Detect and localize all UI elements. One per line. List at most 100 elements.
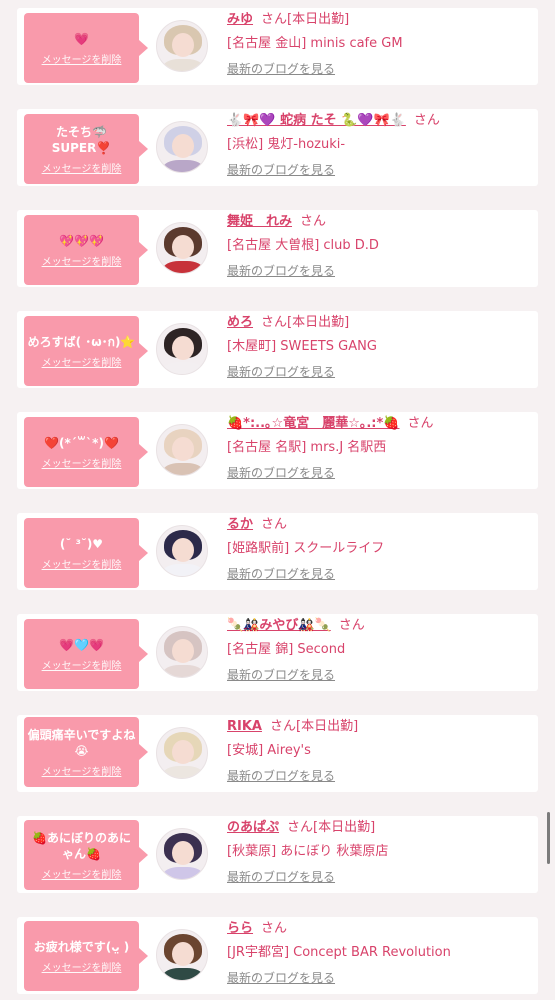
- honorific: さん: [413, 113, 440, 128]
- avatar-body: [163, 463, 203, 475]
- cast-info: みゆ さん[本日出勤] [名古屋 金山] minis cafe GM 最新のブログを見…: [227, 11, 534, 77]
- name-line: RIKA さん[本日出勤]: [227, 718, 534, 736]
- message-bubble: 🍓あにぼりのあにゃん🍓 メッセージを削除: [24, 820, 148, 890]
- delete-message-link[interactable]: メッセージを削除: [42, 51, 122, 66]
- shop-name: [姫路駅前] スクールライフ: [227, 541, 385, 556]
- latest-blog-link[interactable]: 最新のブログを見る: [227, 465, 335, 481]
- latest-blog-link[interactable]: 最新のブログを見る: [227, 970, 335, 986]
- shift-status: [本日出勤]: [296, 719, 359, 734]
- cast-name-link[interactable]: めろ: [227, 315, 253, 330]
- shop-name: [名古屋 金山] minis cafe GM: [227, 36, 403, 51]
- latest-blog-link[interactable]: 最新のブログを見る: [227, 768, 335, 784]
- message-text: お疲れ様です(ᴗ̤ ): [33, 939, 130, 954]
- avatar-body: [163, 362, 203, 374]
- message-text: 💖💖💖: [59, 233, 104, 248]
- avatar[interactable]: [156, 727, 208, 779]
- cast-name-link[interactable]: らら: [227, 921, 253, 936]
- avatar-face: [172, 437, 194, 461]
- cast-name-link[interactable]: 🐇🎀💜 蛇病 たそ 🐍💜🎀🐇: [227, 113, 406, 128]
- cast-info: るか さん [姫路駅前] スクールライフ 最新のブログを見る: [227, 516, 534, 582]
- message-card: 💗🩵💗 メッセージを削除 🍡🎎みやび🎎🍡 さん [名古屋 錦] Second 最新のブログ…: [17, 614, 538, 691]
- latest-blog-link[interactable]: 最新のブログを見る: [227, 566, 335, 582]
- avatar[interactable]: [156, 424, 208, 476]
- shop-name: [木屋町] SWEETS GANG: [227, 339, 377, 354]
- honorific: さん: [261, 315, 288, 330]
- avatar-body: [163, 59, 203, 71]
- honorific: さん: [261, 12, 288, 27]
- message-bubble: 💖💖💖 メッセージを削除: [24, 215, 148, 285]
- delete-message-link[interactable]: メッセージを削除: [42, 253, 122, 268]
- cast-name-link[interactable]: 🍡🎎みやび🎎🍡: [227, 618, 331, 633]
- avatar[interactable]: [156, 525, 208, 577]
- shift-status: [本日出勤]: [287, 315, 350, 330]
- avatar-face: [172, 33, 194, 57]
- name-line: らら さん: [227, 920, 534, 938]
- cast-name-link[interactable]: みゆ: [227, 12, 253, 27]
- name-line: るか さん: [227, 516, 534, 534]
- avatar-body: [163, 160, 203, 172]
- delete-message-link[interactable]: メッセージを削除: [42, 160, 122, 175]
- avatar[interactable]: [156, 626, 208, 678]
- avatar[interactable]: [156, 121, 208, 173]
- shop-name: [秋葉原] あにぼり 秋葉原店: [227, 844, 389, 859]
- scrollbar[interactable]: [547, 812, 550, 864]
- avatar-face: [172, 740, 194, 764]
- cast-info: RIKA さん[本日出勤] [安城] Airey's 最新のブログを見る: [227, 718, 534, 784]
- latest-blog-link[interactable]: 最新のブログを見る: [227, 162, 335, 178]
- shift-status: [本日出勤]: [287, 12, 350, 27]
- message-text: たそち🦈 SUPER❣️: [51, 124, 112, 155]
- cast-name-link[interactable]: るか: [227, 517, 253, 532]
- message-card: (˘ ³˘)♥ メッセージを削除 るか さん [姫路駅前] スクールライフ 最新のブログを…: [17, 513, 538, 590]
- delete-message-link[interactable]: メッセージを削除: [42, 657, 122, 672]
- avatar[interactable]: [156, 929, 208, 981]
- message-bubble: ❤️(*´꒳`*)❤️ メッセージを削除: [24, 417, 148, 487]
- cast-info: 🍓*:..｡☆竜宮 麗華☆｡.:*🍓 さん [名古屋 名駅] mrs.J 名駅西 最新…: [227, 415, 534, 481]
- cast-name-link[interactable]: 🍓*:..｡☆竜宮 麗華☆｡.:*🍓: [227, 416, 400, 431]
- message-bubble: お疲れ様です(ᴗ̤ ) メッセージを削除: [24, 921, 148, 991]
- shop-name: [名古屋 錦] Second: [227, 642, 346, 657]
- avatar-body: [163, 564, 203, 576]
- name-line: 舞姫 れみ さん: [227, 213, 534, 231]
- message-bubble: 💗 メッセージを削除: [24, 13, 148, 83]
- honorific: さん: [269, 719, 296, 734]
- message-card: 🍓あにぼりのあにゃん🍓 メッセージを削除 のあぱぷ さん[本日出勤] [秋葉原] あにぼ…: [17, 816, 538, 893]
- avatar-face: [172, 538, 194, 562]
- avatar-face: [172, 336, 194, 360]
- delete-message-link[interactable]: メッセージを削除: [42, 763, 122, 778]
- avatar-body: [163, 261, 203, 273]
- message-text: 偏頭痛辛いですよね😭: [27, 727, 136, 758]
- name-line: 🍓*:..｡☆竜宮 麗華☆｡.:*🍓 さん: [227, 415, 534, 433]
- message-bubble: 偏頭痛辛いですよね😭 メッセージを削除: [24, 717, 148, 787]
- cast-name-link[interactable]: RIKA: [227, 719, 262, 734]
- latest-blog-link[interactable]: 最新のブログを見る: [227, 869, 335, 885]
- message-text: めろすば( ･ω･ก)⭐️: [27, 334, 136, 349]
- message-card: たそち🦈 SUPER❣️ メッセージを削除 🐇🎀💜 蛇病 たそ 🐍💜🎀🐇 さん [浜松]…: [17, 109, 538, 186]
- message-text: ❤️(*´꒳`*)❤️: [44, 435, 119, 450]
- latest-blog-link[interactable]: 最新のブログを見る: [227, 667, 335, 683]
- delete-message-link[interactable]: メッセージを削除: [42, 556, 122, 571]
- delete-message-link[interactable]: メッセージを削除: [42, 866, 122, 881]
- avatar-face: [172, 942, 194, 966]
- honorific: さん: [300, 214, 327, 229]
- delete-message-link[interactable]: メッセージを削除: [42, 455, 122, 470]
- delete-message-link[interactable]: メッセージを削除: [42, 354, 122, 369]
- cast-info: 🍡🎎みやび🎎🍡 さん [名古屋 錦] Second 最新のブログを見る: [227, 617, 534, 683]
- avatar[interactable]: [156, 323, 208, 375]
- avatar-face: [172, 235, 194, 259]
- avatar[interactable]: [156, 222, 208, 274]
- latest-blog-link[interactable]: 最新のブログを見る: [227, 263, 335, 279]
- avatar-body: [163, 968, 203, 980]
- cast-name-link[interactable]: 舞姫 れみ: [227, 214, 292, 229]
- message-text: (˘ ³˘)♥: [59, 536, 104, 551]
- delete-message-link[interactable]: メッセージを削除: [42, 959, 122, 974]
- avatar[interactable]: [156, 828, 208, 880]
- avatar-face: [172, 639, 194, 663]
- avatar-body: [163, 766, 203, 778]
- latest-blog-link[interactable]: 最新のブログを見る: [227, 61, 335, 77]
- cast-name-link[interactable]: のあぱぷ: [227, 820, 279, 835]
- avatar-body: [163, 867, 203, 879]
- name-line: みゆ さん[本日出勤]: [227, 11, 534, 29]
- cast-info: 🐇🎀💜 蛇病 たそ 🐍💜🎀🐇 さん [浜松] 鬼灯-hozuki- 最新のブログを見る: [227, 112, 534, 178]
- avatar[interactable]: [156, 20, 208, 72]
- latest-blog-link[interactable]: 最新のブログを見る: [227, 364, 335, 380]
